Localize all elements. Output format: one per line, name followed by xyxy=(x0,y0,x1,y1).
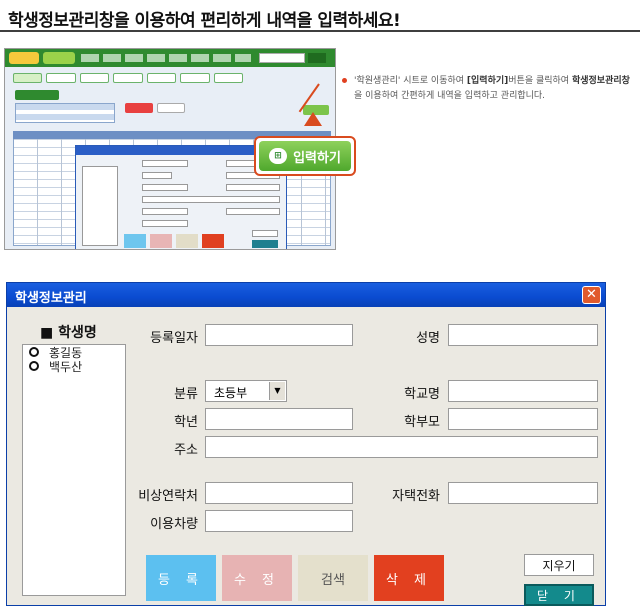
input-button-label: 입력하기 xyxy=(293,150,341,166)
preview-field xyxy=(142,196,280,203)
preview-clear-button xyxy=(252,230,278,237)
instruction-text: '학원생관리' 시트로 이동하여 [입력하기]버튼을 클릭하여 학생정보관리창을… xyxy=(354,74,636,104)
list-item[interactable]: 백두산 xyxy=(29,359,125,374)
instruction-bold-input: [입력하기] xyxy=(466,76,509,86)
preview-red-button xyxy=(125,103,153,113)
preview-field xyxy=(142,208,188,215)
preview-logo-badge xyxy=(43,52,75,64)
input-button-callout[interactable]: ⊞ 입력하기 xyxy=(254,136,356,176)
student-name: 백두산 xyxy=(49,359,83,374)
preview-white-button xyxy=(157,103,185,113)
address-field[interactable] xyxy=(205,436,598,458)
vehicle-field[interactable] xyxy=(205,510,353,532)
name-field[interactable] xyxy=(448,324,598,346)
preview-field xyxy=(142,220,188,227)
preview-field xyxy=(226,184,280,191)
label-emergency: 비상연락처 xyxy=(138,489,198,504)
grade-field[interactable] xyxy=(205,408,353,430)
modify-button[interactable]: 수 정 xyxy=(222,555,292,601)
instruction-text-part: 을 이용하여 간편하게 내역을 입력하고 관리합니다. xyxy=(354,91,546,101)
dialog-title: 학생정보관리 xyxy=(15,291,87,306)
register-button[interactable]: 등 록 xyxy=(146,555,216,601)
label-address: 주소 xyxy=(174,443,198,458)
preview-search-button2 xyxy=(176,234,198,248)
label-name: 성명 xyxy=(416,331,440,346)
search-button[interactable]: 검색 xyxy=(298,555,368,601)
preview-register-button xyxy=(124,234,146,248)
instruction-bold-window: 학생정보관리창 xyxy=(571,76,630,86)
emergency-field[interactable] xyxy=(205,482,353,504)
label-reg-date: 등록일자 xyxy=(150,331,198,346)
header-divider xyxy=(0,30,640,32)
label-grade: 학년 xyxy=(174,415,198,430)
preview-sheet-title xyxy=(15,90,59,100)
clear-button[interactable]: 지우기 xyxy=(524,554,594,576)
close-button[interactable]: 닫 기 xyxy=(524,584,594,606)
student-info-dialog: 학생정보관리 ✕ ■ 학생명 홍길동 백두산 등록일자 성명 분류 초등부 ▼ … xyxy=(6,282,606,606)
preview-search-box xyxy=(259,53,305,63)
radio-icon[interactable] xyxy=(29,361,39,371)
bullet-dot xyxy=(342,78,347,83)
label-parent: 학부모 xyxy=(404,415,440,430)
reg-date-field[interactable] xyxy=(205,324,353,346)
page-header: 학생정보관리창을 이용하여 편리하게 내역을 입력하세요! xyxy=(8,11,401,31)
radio-icon[interactable] xyxy=(29,347,39,357)
preview-field xyxy=(142,160,188,167)
preview-field xyxy=(226,208,280,215)
home-phone-field[interactable] xyxy=(448,482,598,504)
preview-dialog-list xyxy=(82,166,118,246)
preview-menu xyxy=(81,54,251,62)
student-list-header: ■ 학생명 xyxy=(40,325,97,341)
delete-button[interactable]: 삭 제 xyxy=(374,555,444,601)
category-value: 초등부 xyxy=(214,386,248,400)
preview-delete-button xyxy=(202,234,224,248)
preview-summary-table xyxy=(15,103,115,123)
dialog-body: ■ 학생명 홍길동 백두산 등록일자 성명 분류 초등부 ▼ 학교명 학년 학부… xyxy=(10,310,602,606)
preview-modify-button xyxy=(150,234,172,248)
label-vehicle: 이용차량 xyxy=(150,517,198,532)
close-icon[interactable]: ✕ xyxy=(582,286,601,304)
label-category: 분류 xyxy=(174,387,198,402)
preview-field xyxy=(142,172,172,179)
dialog-titlebar[interactable]: 학생정보관리 ✕ xyxy=(7,283,605,307)
preview-tabs xyxy=(13,73,243,83)
instruction-text-part: 버튼을 클릭하여 xyxy=(508,76,572,86)
input-button[interactable]: ⊞ 입력하기 xyxy=(259,141,351,171)
preview-logo xyxy=(9,52,39,64)
preview-field xyxy=(142,184,188,191)
instruction-text-part: '학원생관리' 시트로 이동하여 xyxy=(354,76,467,86)
callout-arrow xyxy=(304,112,322,126)
input-icon: ⊞ xyxy=(269,148,288,164)
category-select[interactable]: 초등부 ▼ xyxy=(205,380,287,402)
preview-search-button xyxy=(308,53,326,63)
label-school: 학교명 xyxy=(404,387,440,402)
preview-close-button xyxy=(252,240,278,248)
school-field[interactable] xyxy=(448,380,598,402)
label-home-phone: 자택전화 xyxy=(392,489,440,504)
chevron-down-icon[interactable]: ▼ xyxy=(269,382,285,400)
parent-field[interactable] xyxy=(448,408,598,430)
student-list[interactable]: 홍길동 백두산 xyxy=(22,344,126,596)
